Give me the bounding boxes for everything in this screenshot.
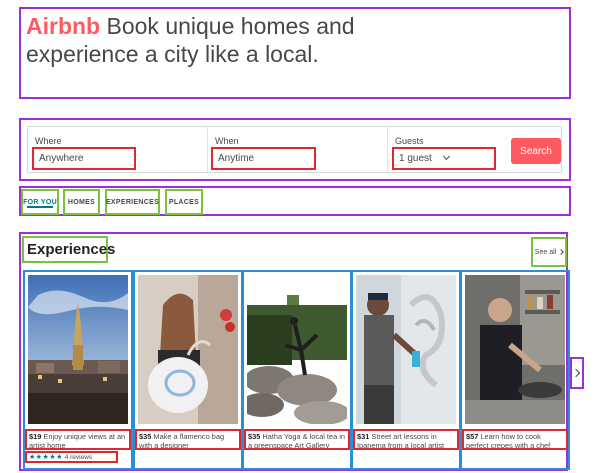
tab-for-you[interactable]: FOR YOU [21,189,59,215]
experience-title: Enjoy unique views at an artist home [29,432,126,450]
review-count: 4 reviews [64,454,93,461]
experience-description: $19 Enjoy unique views at an artist home [25,429,131,450]
see-all-label: See all [534,248,557,256]
hero-banner: Airbnb Book unique homes and experience … [19,7,571,99]
hero-headline: Airbnb Book unique homes and experience … [26,12,356,68]
carousel-next-button[interactable] [570,357,584,389]
experience-price: $35 [139,432,152,441]
brand-logo-text: Airbnb [26,13,101,39]
active-tab-underline [27,206,53,208]
experience-photo-city-view [28,275,128,424]
search-button[interactable]: Search [511,138,561,164]
when-label: When [215,136,239,146]
star-icon: ★★★★★ [29,454,63,461]
experience-card[interactable]: $35 Hatha Yoga & local tea in a greenspa… [242,270,352,470]
experience-card[interactable]: $57 Learn how to cook perfect crepes wit… [460,270,570,470]
tab-experiences[interactable]: EXPERIENCES [105,189,160,215]
search-panel: Where Anywhere When Anytime Guests 1 gue… [19,118,571,181]
experience-price: $31 [357,432,370,441]
experience-title: Make a flamenco bag with a designer [139,432,225,450]
experience-description: $35 Make a flamenco bag with a designer [135,429,241,450]
experience-card[interactable]: $31 Street art lessons in Ipanema from a… [351,270,461,470]
section-title: Experiences [22,236,115,263]
chevron-right-icon [558,249,565,255]
where-field: Where Anywhere [28,127,208,172]
experience-photo-chef [465,275,565,424]
experience-title: Hatha Yoga & local tea in a greenspace A… [248,432,345,450]
experience-card[interactable]: $35 Make a flamenco bag with a designer [133,270,243,470]
experience-photo-yoga [247,275,347,424]
chevron-down-icon [442,152,450,161]
experience-price: $35 [248,432,261,441]
when-input[interactable]: Anytime [211,147,316,170]
experience-price: $19 [29,432,42,441]
experience-description: $57 Learn how to cook perfect crepes wit… [462,429,568,450]
search-form: Where Anywhere When Anytime Guests 1 gue… [27,126,562,173]
rating-row: ★★★★★ 4 reviews [25,451,118,463]
tab-for-you-label: FOR YOU [23,198,57,206]
experiences-section: Experiences See all $19 Enjoy unique vie… [19,232,570,471]
category-tabs: FOR YOU HOMES EXPERIENCES PLACES [19,186,571,216]
guests-label: Guests [395,136,424,146]
experience-description: $35 Hatha Yoga & local tea in a greenspa… [244,429,350,450]
where-label: Where [35,136,62,146]
experience-title: Learn how to cook perfect crepes with a … [466,432,551,450]
see-all-button[interactable]: See all [531,237,567,267]
experience-price: $57 [466,432,479,441]
experience-card[interactable]: $19 Enjoy unique views at an artist home… [23,270,133,470]
tab-homes[interactable]: HOMES [63,189,100,215]
guests-select[interactable]: 1 guest [392,147,496,170]
tab-places[interactable]: PLACES [165,189,203,215]
where-input[interactable]: Anywhere [32,147,136,170]
experience-title: Street art lessons in Ipanema from a loc… [357,432,445,450]
experience-photo-street-art [356,275,456,424]
experience-photo-flamenco-bag [138,275,238,424]
guests-value: 1 guest [399,153,432,164]
when-field: When Anytime [208,127,388,172]
experience-description: $31 Street art lessons in Ipanema from a… [353,429,459,450]
chevron-right-icon [571,368,580,378]
